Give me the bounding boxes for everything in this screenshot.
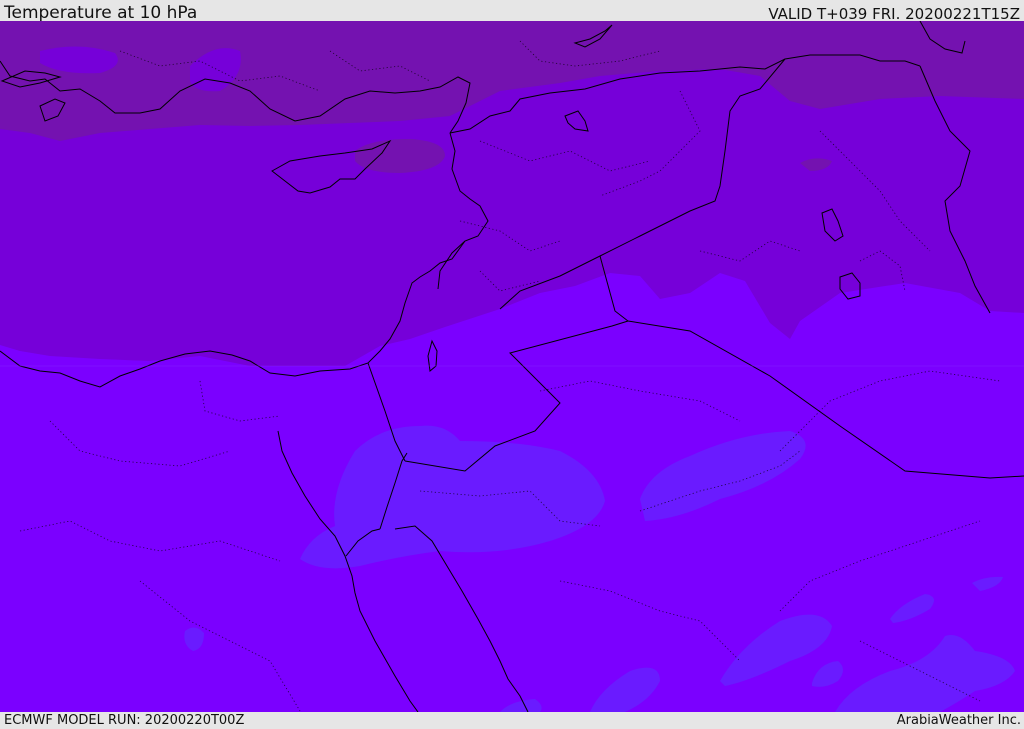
map-canvas (0, 21, 1024, 712)
model-run-label: ECMWF MODEL RUN: 20200220T00Z (4, 713, 245, 728)
map-title: Temperature at 10 hPa (4, 3, 198, 23)
credit-label: ArabiaWeather Inc. (896, 713, 1021, 728)
header-bar: Temperature at 10 hPa VALID T+039 FRI. 2… (0, 0, 1024, 23)
footer-bar: ECMWF MODEL RUN: 20200220T00Z ArabiaWeat… (0, 712, 1024, 729)
temperature-map (0, 21, 1024, 712)
